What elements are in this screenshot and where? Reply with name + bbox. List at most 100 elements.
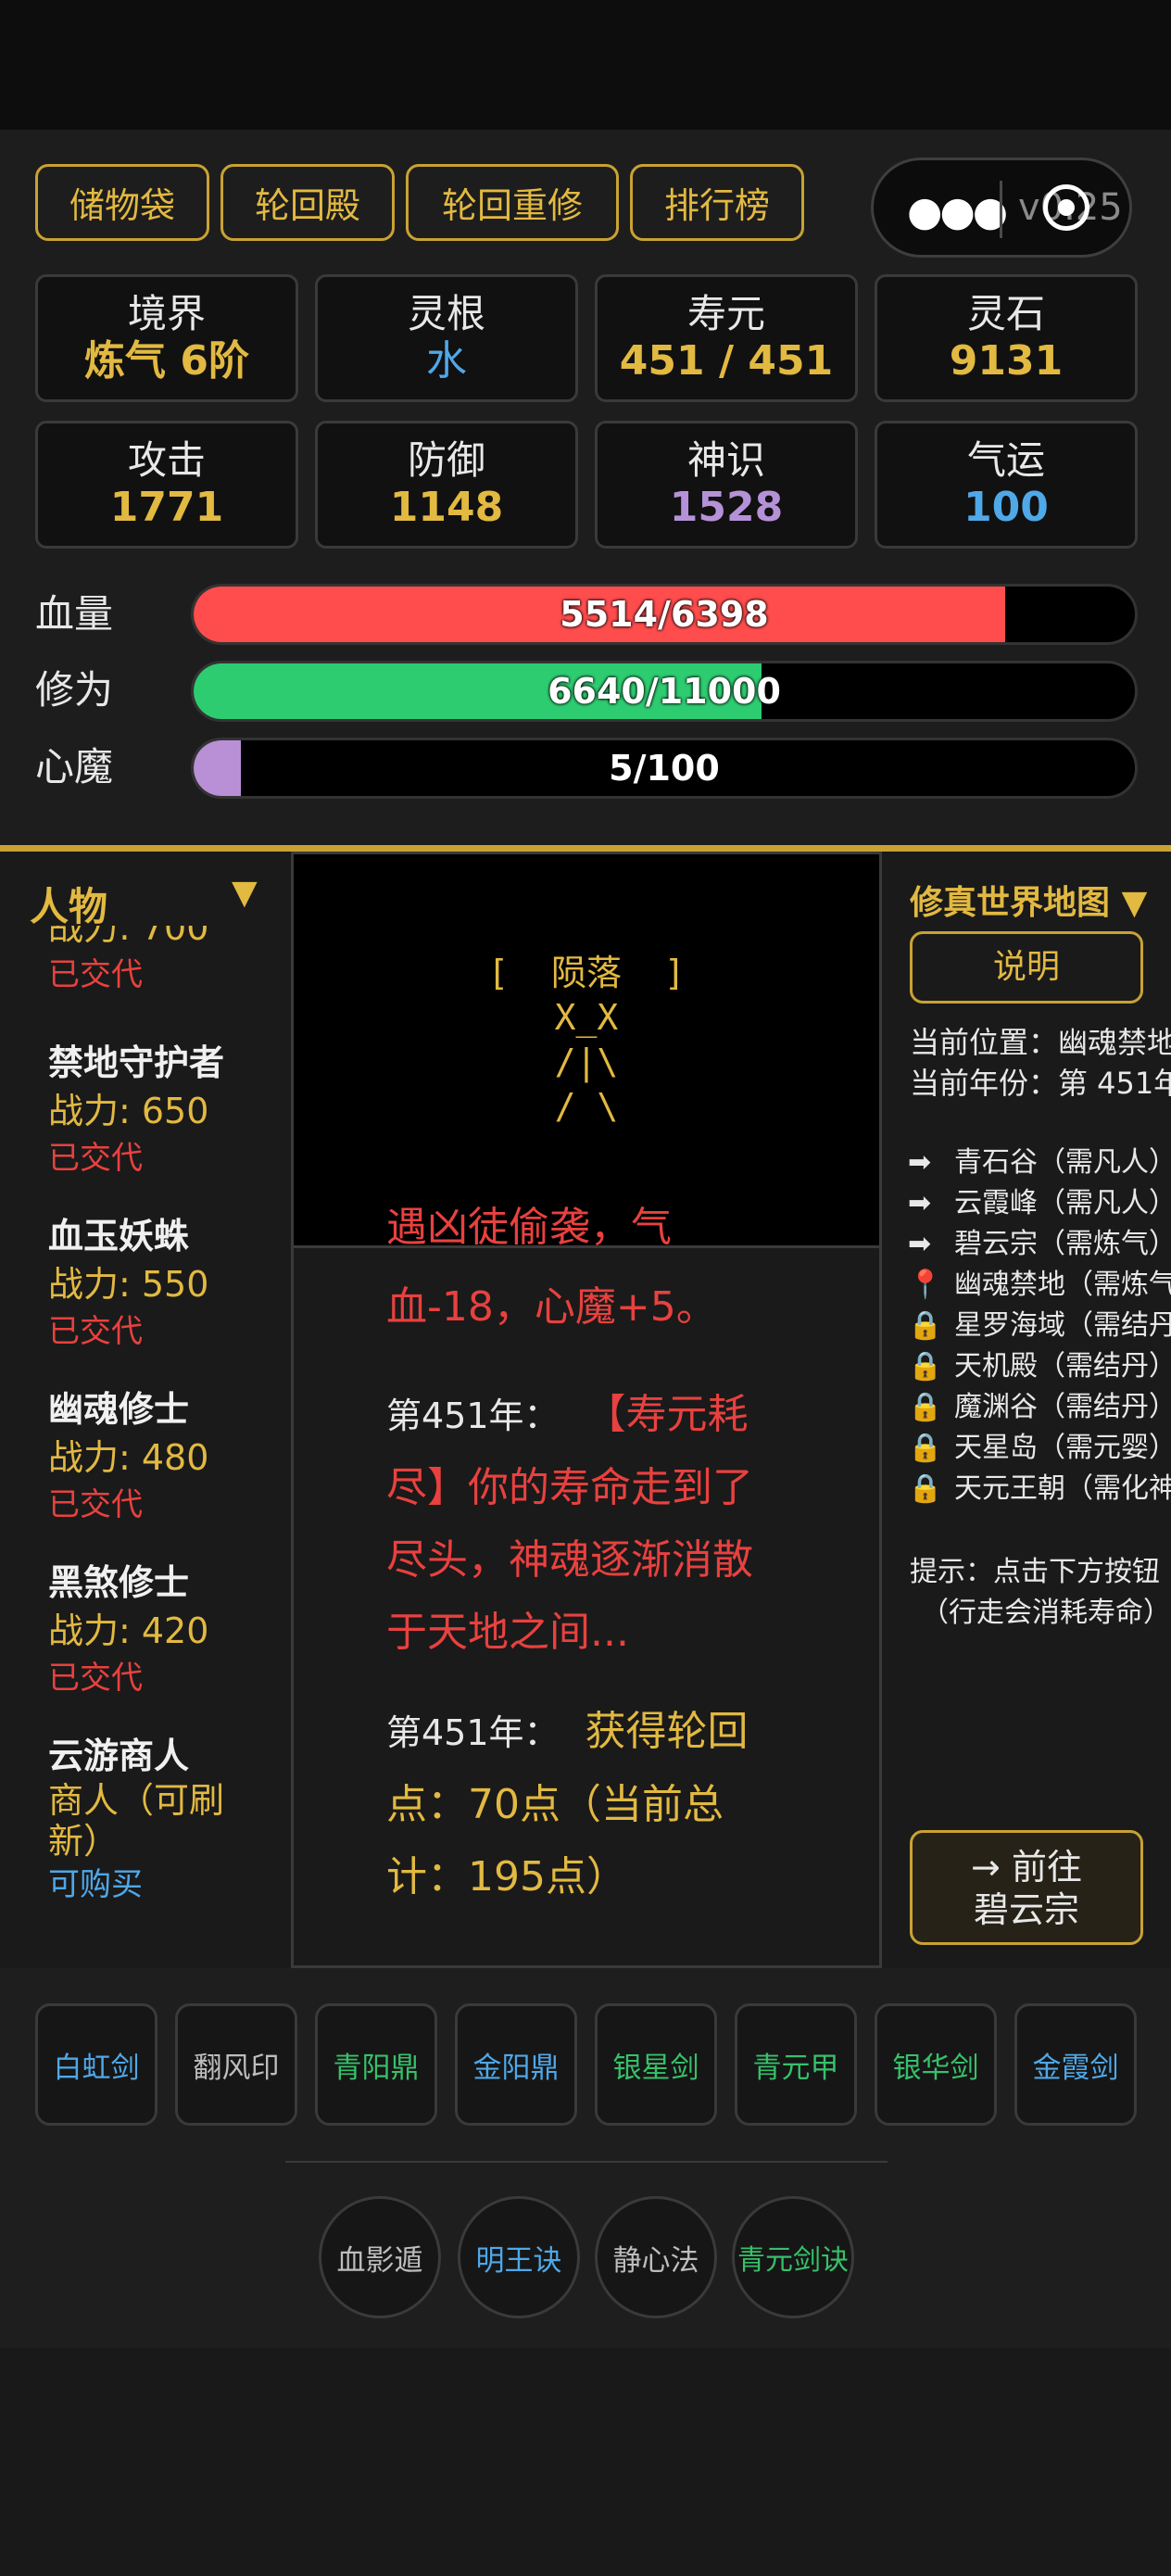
- character-panel: 人物 ▼ 战力: 700 已交代 禁地守护者 战力: 650 已交代 血玉妖蛛 …: [0, 852, 291, 1968]
- stat-label: 灵根: [407, 291, 485, 336]
- destination-tianyuanwangchao[interactable]: 🔒 天元王朝（需化神）: [908, 1469, 1171, 1509]
- list-item[interactable]: 战力: 700 已交代: [48, 926, 280, 998]
- stat-value: 451 / 451: [619, 337, 834, 385]
- skill-button[interactable]: 静心法: [595, 2196, 717, 2318]
- npc-list[interactable]: 战力: 700 已交代 禁地守护者 战力: 650 已交代 血玉妖蛛 战力: 5…: [48, 926, 280, 1945]
- stat-label: 灵石: [966, 291, 1045, 336]
- current-year: 当前年份：第 451年: [910, 1066, 1171, 1101]
- equipment-slot[interactable]: 青阳鼎: [315, 2003, 437, 2126]
- equipment-slot[interactable]: 银华剑: [875, 2003, 997, 2126]
- list-item[interactable]: 禁地守护者 战力: 650 已交代: [48, 1039, 280, 1181]
- world-map-title[interactable]: 修真世界地图 ▼: [910, 876, 1147, 924]
- stat-value: 1148: [389, 484, 504, 531]
- log-line: 遇凶徒偷袭，气: [386, 1206, 672, 1251]
- miniprogram-capsule: ●●● v0.25: [871, 158, 1132, 258]
- log-year: 第451年：: [386, 1395, 560, 1436]
- destination-qingshigu[interactable]: ➡ 青石谷（需凡人）: [908, 1143, 1171, 1183]
- stat-value: 1528: [669, 484, 784, 531]
- destination-label: 星罗海域（需结丹）: [954, 1309, 1171, 1342]
- destination-label: 天机殿（需结丹）: [954, 1350, 1171, 1383]
- storage-bag-button[interactable]: 储物袋: [35, 164, 209, 241]
- npc-buy-link[interactable]: 可购买: [48, 1862, 280, 1908]
- world-map-title-text: 修真世界地图: [910, 884, 1111, 922]
- stat-value: 9131: [949, 337, 1064, 385]
- destination-label: 幽魂禁地（需炼气）: [954, 1269, 1171, 1301]
- gold-divider: [0, 845, 1171, 852]
- hint-text: （行走会消耗寿命）: [921, 1597, 1171, 1629]
- reincarnation-retrain-button[interactable]: 轮回重修: [406, 164, 619, 241]
- equipment-slot[interactable]: 金霞剑: [1014, 2003, 1137, 2126]
- skill-button[interactable]: 明王诀: [458, 2196, 580, 2318]
- npc-name: 黑煞修士: [48, 1562, 190, 1603]
- npc-status: 已交代: [48, 1486, 143, 1523]
- ascii-art-box: [ 陨落 ] X_X /|\ / \: [294, 854, 879, 1248]
- npc-name: 云游商人: [48, 1736, 190, 1776]
- npc-power: 战力: 550: [48, 1264, 209, 1305]
- dropdown-triangle-icon: ▼: [1121, 884, 1148, 922]
- list-item[interactable]: 血玉妖蛛 战力: 550 已交代: [48, 1212, 280, 1355]
- leaderboard-button[interactable]: 排行榜: [630, 164, 804, 241]
- destination-tianjidian[interactable]: 🔒 天机殿（需结丹）: [908, 1346, 1171, 1387]
- log-text: 尽】你的寿命走到了: [386, 1464, 753, 1511]
- destination-tianxingdao[interactable]: 🔒 天星岛（需元婴）: [908, 1428, 1171, 1469]
- destination-label: 碧云宗（需炼气）: [954, 1228, 1171, 1260]
- top-band: [0, 0, 1171, 130]
- more-dots-icon[interactable]: ●●●: [907, 188, 1008, 235]
- heart-demon-bar: 5/100: [191, 738, 1138, 799]
- npc-name: 幽魂修士: [48, 1389, 190, 1430]
- ascii-art: [ 陨落 ] X_X /|\ / \: [487, 953, 686, 1127]
- lock-icon: 🔒: [908, 1432, 943, 1464]
- destination-biyunzong[interactable]: ➡ 碧云宗（需炼气）: [908, 1224, 1171, 1265]
- stat-realm: 境界 炼气 6阶: [35, 274, 298, 402]
- equipment-slot[interactable]: 翻风印: [175, 2003, 297, 2126]
- lock-icon: 🔒: [908, 1309, 943, 1342]
- list-item[interactable]: 云游商人 商人（可刷 新） 可购买: [48, 1732, 280, 1908]
- npc-name: 血玉妖蛛: [48, 1216, 190, 1256]
- stat-spirit-root: 灵根 水: [315, 274, 578, 402]
- log-text: 获得轮回: [585, 1708, 749, 1755]
- pin-icon: 📍: [908, 1269, 943, 1301]
- npc-status: 已交代: [48, 956, 143, 993]
- skill-button[interactable]: 血影遁: [319, 2196, 441, 2318]
- list-item[interactable]: 黑煞修士 战力: 420 已交代: [48, 1559, 280, 1701]
- destination-label: 青石谷（需凡人）: [954, 1146, 1171, 1179]
- hp-bar: 5514/6398: [191, 584, 1138, 645]
- stat-value: 炼气 6阶: [84, 337, 249, 385]
- stat-value: 水: [426, 337, 467, 385]
- equipment-slot[interactable]: 金阳鼎: [455, 2003, 577, 2126]
- destination-label: 云霞峰（需凡人）: [954, 1187, 1171, 1219]
- npc-status: 已交代: [48, 1140, 143, 1177]
- npc-type: 商人（可刷: [48, 1780, 225, 1821]
- destination-xingluohaiyu[interactable]: 🔒 星罗海域（需结丹）: [908, 1306, 1171, 1346]
- hp-bar-text: 5514/6398: [560, 594, 769, 635]
- equipment-slot[interactable]: 青元甲: [735, 2003, 857, 2126]
- dropdown-triangle-icon[interactable]: ▼: [232, 874, 258, 912]
- list-item[interactable]: 幽魂修士 战力: 480 已交代: [48, 1385, 280, 1528]
- go-to-destination-button[interactable]: → 前往 碧云宗: [910, 1830, 1143, 1945]
- reincarnation-hall-button[interactable]: 轮回殿: [220, 164, 395, 241]
- npc-type: 新）: [48, 1821, 120, 1862]
- section-divider: [285, 2161, 888, 2163]
- skill-button[interactable]: 青元剑诀: [732, 2196, 854, 2318]
- equipment-slot[interactable]: 银星剑: [595, 2003, 717, 2126]
- destination-youhunjindi[interactable]: 📍 幽魂禁地（需炼气）: [908, 1265, 1171, 1306]
- npc-power: 战力: 650: [48, 1091, 209, 1131]
- destination-moyuangu[interactable]: 🔒 魔渊谷（需结丹）: [908, 1387, 1171, 1428]
- npc-status: 已交代: [48, 1313, 143, 1350]
- log-entry: 第451年： 获得轮回 点：70点（当前总 计：195点）: [386, 1696, 812, 1913]
- log-year: 第451年：: [386, 1712, 560, 1753]
- equipment-slot[interactable]: 白虹剑: [35, 2003, 157, 2126]
- cultivation-label: 修为: [35, 667, 114, 713]
- character-panel-title: 人物: [30, 884, 108, 929]
- close-target-icon[interactable]: [1043, 184, 1089, 231]
- log-partial: 遇凶徒偷袭，气: [386, 1206, 812, 1271]
- explain-button[interactable]: 说明: [910, 931, 1143, 1004]
- log-text: 点：70点（当前总: [386, 1781, 724, 1828]
- stat-lifespan: 寿元 451 / 451: [595, 274, 858, 402]
- destination-yunxiafeng[interactable]: ➡ 云霞峰（需凡人）: [908, 1183, 1171, 1224]
- stat-label: 防御: [407, 437, 485, 483]
- lock-icon: 🔒: [908, 1472, 943, 1505]
- go-button-line: → 前往: [971, 1847, 1082, 1888]
- npc-name: 禁地守护者: [48, 1042, 225, 1083]
- capsule-separator: [1000, 181, 1002, 238]
